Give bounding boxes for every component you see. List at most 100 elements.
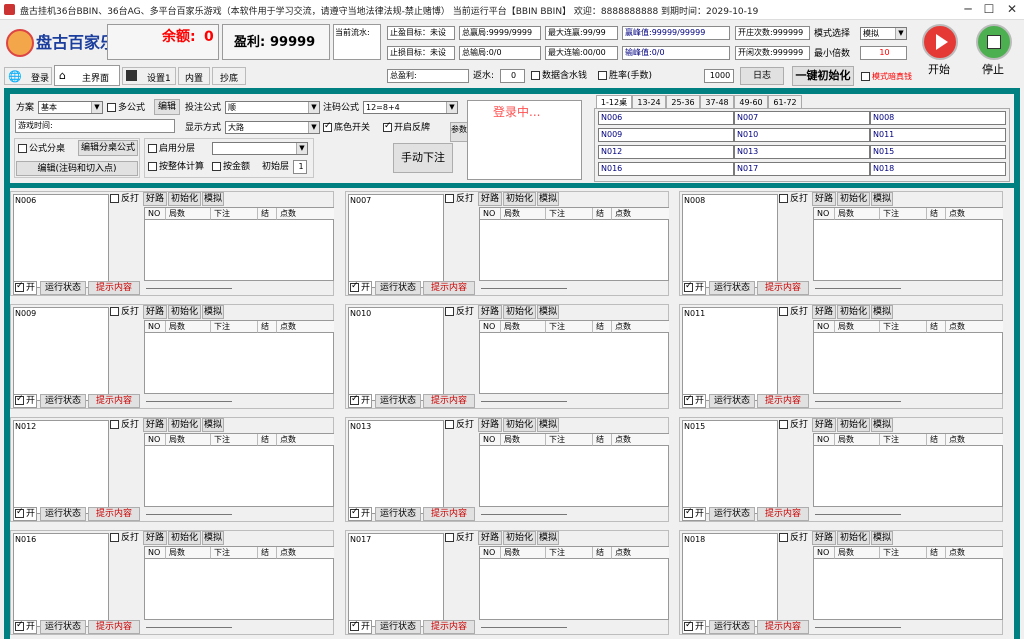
tab-49-60[interactable]: 49-60 xyxy=(734,95,768,109)
good-road-button[interactable]: 好路 xyxy=(812,418,836,432)
tab-bottom-fish[interactable]: 抄底 xyxy=(212,67,246,85)
card-init-button[interactable]: 初始化 xyxy=(837,192,870,206)
card-on-checkbox[interactable]: 开 xyxy=(348,394,372,408)
table-id-cell[interactable]: N007 xyxy=(734,111,870,125)
run-status-button[interactable]: 运行状态 xyxy=(375,394,421,408)
card-simulate-button[interactable]: 模拟 xyxy=(871,192,893,206)
start-button[interactable]: 开始 xyxy=(918,24,962,80)
tab-37-48[interactable]: 37-48 xyxy=(700,95,734,109)
tab-settings[interactable]: 设置1 xyxy=(122,67,176,85)
card-init-button[interactable]: 初始化 xyxy=(168,418,201,432)
hint-button[interactable]: 提示内容 xyxy=(757,394,809,408)
good-road-button[interactable]: 好路 xyxy=(478,192,502,206)
card-on-checkbox[interactable]: 开 xyxy=(13,507,37,521)
reverse-checkbox[interactable]: 反打 xyxy=(445,419,474,433)
card-init-button[interactable]: 初始化 xyxy=(168,192,201,206)
card-on-checkbox[interactable]: 开 xyxy=(13,394,37,408)
table-card-id-field[interactable]: N012 xyxy=(13,420,109,514)
table-id-cell[interactable]: N018 xyxy=(870,162,1006,176)
table-id-cell[interactable]: N015 xyxy=(870,145,1006,159)
table-card-id-field[interactable]: N018 xyxy=(682,533,778,627)
reverse-checkbox[interactable]: 反打 xyxy=(110,419,139,433)
table-id-cell[interactable]: N011 xyxy=(870,128,1006,142)
table-card-id-field[interactable]: N006 xyxy=(13,194,109,288)
run-status-button[interactable]: 运行状态 xyxy=(709,281,755,295)
table-card-id-field[interactable]: N009 xyxy=(13,307,109,401)
close-icon[interactable]: ✕ xyxy=(1005,2,1019,16)
manual-bet-button[interactable]: 手动下注 xyxy=(393,143,453,173)
hint-button[interactable]: 提示内容 xyxy=(423,620,475,634)
reverse-checkbox[interactable]: 反打 xyxy=(110,306,139,320)
init-layer-field[interactable]: 1 xyxy=(293,160,307,174)
card-on-checkbox[interactable]: 开 xyxy=(348,507,372,521)
min-multiple-field[interactable]: 10 xyxy=(860,46,907,60)
run-status-button[interactable]: 运行状态 xyxy=(709,620,755,634)
card-init-button[interactable]: 初始化 xyxy=(503,305,536,319)
stop-button[interactable]: 停止 xyxy=(972,24,1016,80)
total-calc-checkbox[interactable]: 按整体计算 xyxy=(148,161,204,173)
mode-select[interactable]: 模拟 ▼ xyxy=(860,27,907,40)
table-id-cell[interactable]: N006 xyxy=(598,111,734,125)
card-on-checkbox[interactable]: 开 xyxy=(13,620,37,634)
card-on-checkbox[interactable]: 开 xyxy=(348,620,372,634)
run-status-button[interactable]: 运行状态 xyxy=(375,281,421,295)
reverse-checkbox[interactable]: 反打 xyxy=(110,193,139,207)
card-on-checkbox[interactable]: 开 xyxy=(682,281,706,295)
card-init-button[interactable]: 初始化 xyxy=(503,531,536,545)
tab-login[interactable]: 🌐 登录 xyxy=(4,67,52,85)
card-init-button[interactable]: 初始化 xyxy=(168,531,201,545)
table-card-id-field[interactable]: N010 xyxy=(348,307,444,401)
reverse-checkbox[interactable]: 反打 xyxy=(445,532,474,546)
run-status-button[interactable]: 运行状态 xyxy=(375,507,421,521)
reverse-checkbox[interactable]: 反打 xyxy=(445,193,474,207)
table-card-id-field[interactable]: N015 xyxy=(682,420,778,514)
good-road-button[interactable]: 好路 xyxy=(812,192,836,206)
run-status-button[interactable]: 运行状态 xyxy=(709,507,755,521)
bg-color-checkbox[interactable]: 底色开关 xyxy=(323,121,370,134)
card-on-checkbox[interactable]: 开 xyxy=(682,507,706,521)
scheme-select[interactable]: 基本 ▼ xyxy=(38,101,103,114)
win-rate-checkbox[interactable]: 胜率(手数) xyxy=(598,70,652,82)
table-card-id-field[interactable]: N008 xyxy=(682,194,778,288)
bet-formula-select[interactable]: 顺 ▼ xyxy=(225,101,320,114)
hint-button[interactable]: 提示内容 xyxy=(757,507,809,521)
formal-dark-checkbox[interactable]: 模式暗真钱 xyxy=(861,71,912,83)
reverse-checkbox[interactable]: 反打 xyxy=(779,419,808,433)
table-card-id-field[interactable]: N017 xyxy=(348,533,444,627)
card-simulate-button[interactable]: 模拟 xyxy=(537,305,559,319)
hint-button[interactable]: 提示内容 xyxy=(88,507,140,521)
card-init-button[interactable]: 初始化 xyxy=(168,305,201,319)
good-road-button[interactable]: 好路 xyxy=(478,305,502,319)
edit-split-formula-button[interactable]: 编辑分桌公式 xyxy=(78,140,138,156)
table-id-cell[interactable]: N012 xyxy=(598,145,734,159)
card-simulate-button[interactable]: 模拟 xyxy=(537,531,559,545)
card-simulate-button[interactable]: 模拟 xyxy=(537,418,559,432)
tab-main[interactable]: ⌂ 主界面 xyxy=(54,65,120,86)
reverse-checkbox[interactable]: 反打 xyxy=(110,532,139,546)
good-road-button[interactable]: 好路 xyxy=(478,531,502,545)
win-rate-field[interactable]: 1000 xyxy=(704,69,734,83)
table-card-id-field[interactable]: N007 xyxy=(348,194,444,288)
card-simulate-button[interactable]: 模拟 xyxy=(871,418,893,432)
display-mode-select[interactable]: 大路 ▼ xyxy=(225,121,320,134)
card-simulate-button[interactable]: 模拟 xyxy=(202,305,224,319)
card-simulate-button[interactable]: 模拟 xyxy=(202,418,224,432)
hint-button[interactable]: 提示内容 xyxy=(88,281,140,295)
init-all-button[interactable]: 一键初始化 xyxy=(792,66,854,86)
card-on-checkbox[interactable]: 开 xyxy=(13,281,37,295)
maximize-icon[interactable]: ☐ xyxy=(982,2,996,16)
card-simulate-button[interactable]: 模拟 xyxy=(202,531,224,545)
reverse-checkbox[interactable]: 反打 xyxy=(779,306,808,320)
rebate-field[interactable]: 0 xyxy=(500,69,525,83)
table-id-cell[interactable]: N016 xyxy=(598,162,734,176)
multi-formula-checkbox[interactable]: 多公式 xyxy=(107,102,145,114)
good-road-button[interactable]: 好路 xyxy=(812,531,836,545)
hint-button[interactable]: 提示内容 xyxy=(757,281,809,295)
reverse-checkbox[interactable]: 反打 xyxy=(445,306,474,320)
tab-61-72[interactable]: 61-72 xyxy=(768,95,802,109)
run-status-button[interactable]: 运行状态 xyxy=(375,620,421,634)
table-id-cell[interactable]: N008 xyxy=(870,111,1006,125)
table-card-id-field[interactable]: N013 xyxy=(348,420,444,514)
hint-button[interactable]: 提示内容 xyxy=(423,507,475,521)
card-on-checkbox[interactable]: 开 xyxy=(682,620,706,634)
